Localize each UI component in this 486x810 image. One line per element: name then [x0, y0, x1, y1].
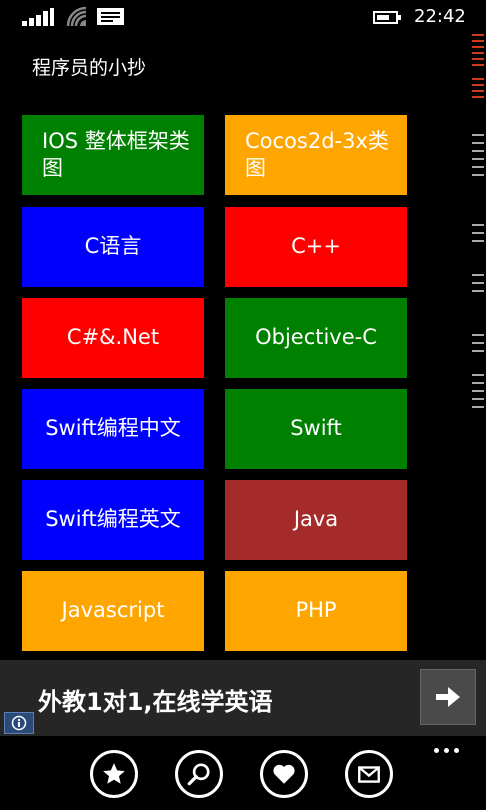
mail-button[interactable] [345, 750, 393, 798]
favorite-button[interactable] [90, 750, 138, 798]
tile-swift[interactable]: Swift [225, 389, 407, 469]
app-title: 程序员的小抄 [32, 57, 147, 79]
like-button[interactable] [260, 750, 308, 798]
search-button[interactable] [175, 750, 223, 798]
tile-swift-chinese[interactable]: Swift编程中文 [22, 389, 204, 469]
tile-label: Objective-C [255, 325, 377, 350]
tile-javascript[interactable]: Javascript [22, 571, 204, 651]
tile-c-language[interactable]: C语言 [22, 207, 204, 287]
ad-text: 外教1对1,在线学英语 [38, 688, 273, 716]
tile-objective-c[interactable]: Objective-C [225, 298, 407, 378]
status-time: 22:42 [414, 6, 466, 27]
tile-label: Swift编程中文 [45, 416, 181, 441]
tile-label: Javascript [61, 598, 165, 623]
status-bar: 22:42 [0, 0, 486, 34]
battery-icon [373, 11, 401, 24]
phone-screen: 22:42 程序员的小抄 IOS 整体框架类图 Cocos2d-3x类图 C语言… [0, 0, 486, 810]
star-icon [103, 763, 125, 784]
app-bar [0, 738, 486, 810]
tile-ios-framework[interactable]: IOS 整体框架类图 [22, 115, 204, 195]
more-dots-icon[interactable] [434, 748, 464, 758]
scroll-indicator [472, 34, 486, 414]
tile-label: PHP [295, 598, 337, 623]
ad-banner[interactable]: 外教1对1,在线学英语 [0, 660, 486, 736]
tile-label: C#&.Net [66, 325, 160, 350]
arrow-right-icon [436, 687, 460, 707]
wifi-icon [66, 6, 88, 28]
info-icon [11, 715, 27, 731]
tile-php[interactable]: PHP [225, 571, 407, 651]
tile-label: Swift [290, 416, 342, 441]
tile-csharp-net[interactable]: C#&.Net [22, 298, 204, 378]
tile-label: Java [293, 507, 339, 532]
tile-swift-english[interactable]: Swift编程英文 [22, 480, 204, 560]
mail-icon [358, 766, 380, 783]
tile-label: Cocos2d-3x类图 [245, 128, 389, 180]
tile-label: IOS 整体框架类图 [42, 128, 190, 180]
ad-info-badge[interactable] [4, 712, 34, 734]
tile-label: C++ [291, 234, 341, 259]
message-icon [97, 8, 124, 25]
tile-java[interactable]: Java [225, 480, 407, 560]
tile-label: C语言 [84, 234, 142, 259]
search-icon [187, 763, 210, 786]
heart-icon [273, 764, 295, 784]
signal-strength-icon [22, 8, 54, 26]
tile-cocos2d[interactable]: Cocos2d-3x类图 [225, 115, 407, 195]
tile-cpp[interactable]: C++ [225, 207, 407, 287]
tile-label: Swift编程英文 [45, 507, 181, 532]
ad-arrow-button[interactable] [420, 669, 476, 725]
